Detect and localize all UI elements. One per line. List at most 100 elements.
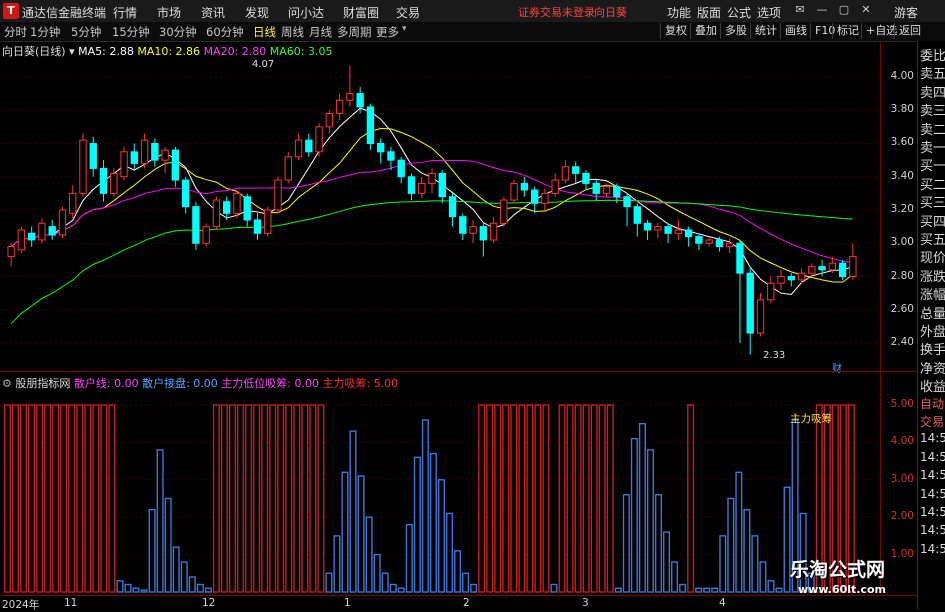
indicator-axis: 5.00 4.00 3.00 2.00 1.00 — [880, 372, 917, 594]
quote-panel-item: 买四 — [920, 214, 945, 230]
blue-volume-bar — [462, 572, 470, 593]
date-label: 1 — [344, 597, 351, 609]
red-volume-bar — [212, 404, 220, 593]
main-legend: 向日葵(日线) ▾ MA5: 2.88 MA10: 2.86 MA20: 2.8… — [2, 43, 333, 59]
candle-body — [459, 216, 467, 234]
quote-panel-item: 14:56 — [920, 468, 945, 483]
candlestick-chart[interactable] — [0, 41, 880, 371]
minimize-icon[interactable]: — — [815, 3, 829, 17]
duogu-button[interactable]: 多股 — [720, 23, 751, 39]
red-volume-bar — [566, 404, 574, 593]
candle-body — [305, 139, 313, 153]
candle-body — [27, 232, 36, 241]
stock-title: 向日葵(日线) — [2, 45, 66, 58]
blue-volume-bar — [445, 512, 454, 593]
candle-body — [613, 186, 621, 198]
candle-body — [346, 93, 354, 101]
blue-volume-bar — [172, 546, 180, 593]
period-5min[interactable]: 5分钟 — [71, 24, 101, 40]
candle-body — [7, 246, 15, 258]
price-axis: 4.00 3.80 3.60 3.40 3.20 3.00 2.80 2.60 2.40 — [880, 41, 917, 371]
blue-volume-bar — [638, 422, 646, 593]
period-daily[interactable]: 日线 — [253, 24, 276, 40]
huaxian-button[interactable]: 画线 — [780, 23, 811, 39]
price-tick-label: 3.80 — [890, 103, 914, 116]
candle-body — [489, 222, 498, 241]
period-30min[interactable]: 30分钟 — [159, 24, 197, 40]
back-button[interactable]: 返回 — [894, 23, 925, 39]
blue-volume-bar — [140, 589, 148, 593]
menu-item-faxian[interactable]: 发现 — [245, 4, 269, 21]
red-volume-bar — [518, 404, 526, 593]
red-volume-bar — [84, 404, 92, 593]
candle-body — [418, 182, 426, 194]
close-icon[interactable]: ✕ — [859, 3, 873, 17]
blue-volume-bar — [325, 572, 333, 593]
biaoji-button[interactable]: 标记 — [832, 23, 863, 39]
menu-gongshi[interactable]: 公式 — [727, 4, 751, 21]
fuquan-button[interactable]: 复权 — [660, 23, 691, 39]
indicator-chart[interactable] — [0, 372, 880, 594]
red-volume-bar — [687, 404, 695, 593]
mail-icon[interactable]: ✉ — [793, 3, 807, 17]
period-weekly[interactable]: 周线 — [281, 24, 304, 40]
menu-item-caifuquan[interactable]: 财富圈 — [343, 4, 379, 21]
candle-body — [181, 179, 190, 208]
red-volume-bar — [598, 404, 606, 593]
candle-body — [356, 93, 364, 108]
red-volume-bar — [11, 404, 19, 593]
candle-body — [695, 236, 703, 244]
menu-item-zixun[interactable]: 资讯 — [201, 4, 225, 21]
period-multi[interactable]: 多周期 — [337, 24, 372, 40]
candle-body — [592, 182, 600, 194]
red-volume-bar — [60, 404, 68, 593]
period-more[interactable]: 更多 — [376, 24, 399, 40]
blue-volume-bar — [630, 437, 638, 593]
menu-item-wenxiaoda[interactable]: 问小达 — [288, 4, 324, 21]
candle-body — [99, 167, 108, 194]
blue-volume-bar — [662, 531, 671, 593]
diejia-button[interactable]: 叠加 — [690, 23, 721, 39]
date-label: 12 — [202, 597, 216, 609]
red-volume-bar — [44, 404, 52, 593]
period-fenshi[interactable]: 分时 — [4, 24, 27, 40]
menu-xuanxiang[interactable]: 选项 — [757, 4, 781, 21]
blue-volume-bar — [357, 475, 365, 593]
menu-item-hangqing[interactable]: 行情 — [113, 4, 137, 21]
period-1min[interactable]: 1分钟 — [30, 24, 60, 40]
period-60min[interactable]: 60分钟 — [206, 24, 244, 40]
date-label: 2 — [463, 597, 470, 609]
menu-banmian[interactable]: 版面 — [697, 4, 721, 21]
price-tick-label: 3.40 — [890, 169, 914, 182]
menu-item-jiaoyi[interactable]: 交易 — [396, 4, 420, 21]
period-monthly[interactable]: 月线 — [309, 24, 332, 40]
menu-gongneng[interactable]: 功能 — [667, 4, 691, 21]
quote-panel-item: 涨幅 — [920, 288, 945, 304]
red-volume-bar — [52, 404, 60, 593]
maximize-icon[interactable]: ▢ — [837, 3, 851, 17]
indicator-tick-label: 2.00 — [890, 510, 914, 523]
red-volume-bar — [285, 404, 293, 593]
red-volume-bar — [590, 404, 598, 593]
more-chevron-icon[interactable]: ▾ — [402, 24, 407, 34]
tongji-button[interactable]: 统计 — [750, 23, 781, 39]
red-volume-bar — [494, 404, 502, 593]
red-volume-bar — [68, 404, 76, 593]
candle-body — [643, 222, 652, 231]
date-label: 4 — [719, 597, 726, 609]
login-warning[interactable]: 证券交易未登录 — [518, 4, 595, 20]
gear-icon[interactable]: ⚙ — [2, 377, 12, 390]
guest-button[interactable]: 游客 — [894, 4, 918, 21]
red-volume-bar — [100, 404, 108, 593]
menu-item-shichang[interactable]: 市场 — [157, 4, 181, 21]
candle-body — [130, 151, 138, 164]
price-tick-label: 4.00 — [890, 69, 914, 82]
candle-body — [767, 282, 775, 301]
blue-volume-bar — [373, 553, 381, 593]
candle-body — [582, 172, 590, 184]
period-15min[interactable]: 15分钟 — [112, 24, 150, 40]
blue-volume-bar — [180, 561, 188, 593]
candle-body — [602, 186, 611, 194]
candle-body — [746, 272, 754, 334]
date-axis: 2024年 11 12 1 2 3 4 — [0, 595, 917, 611]
